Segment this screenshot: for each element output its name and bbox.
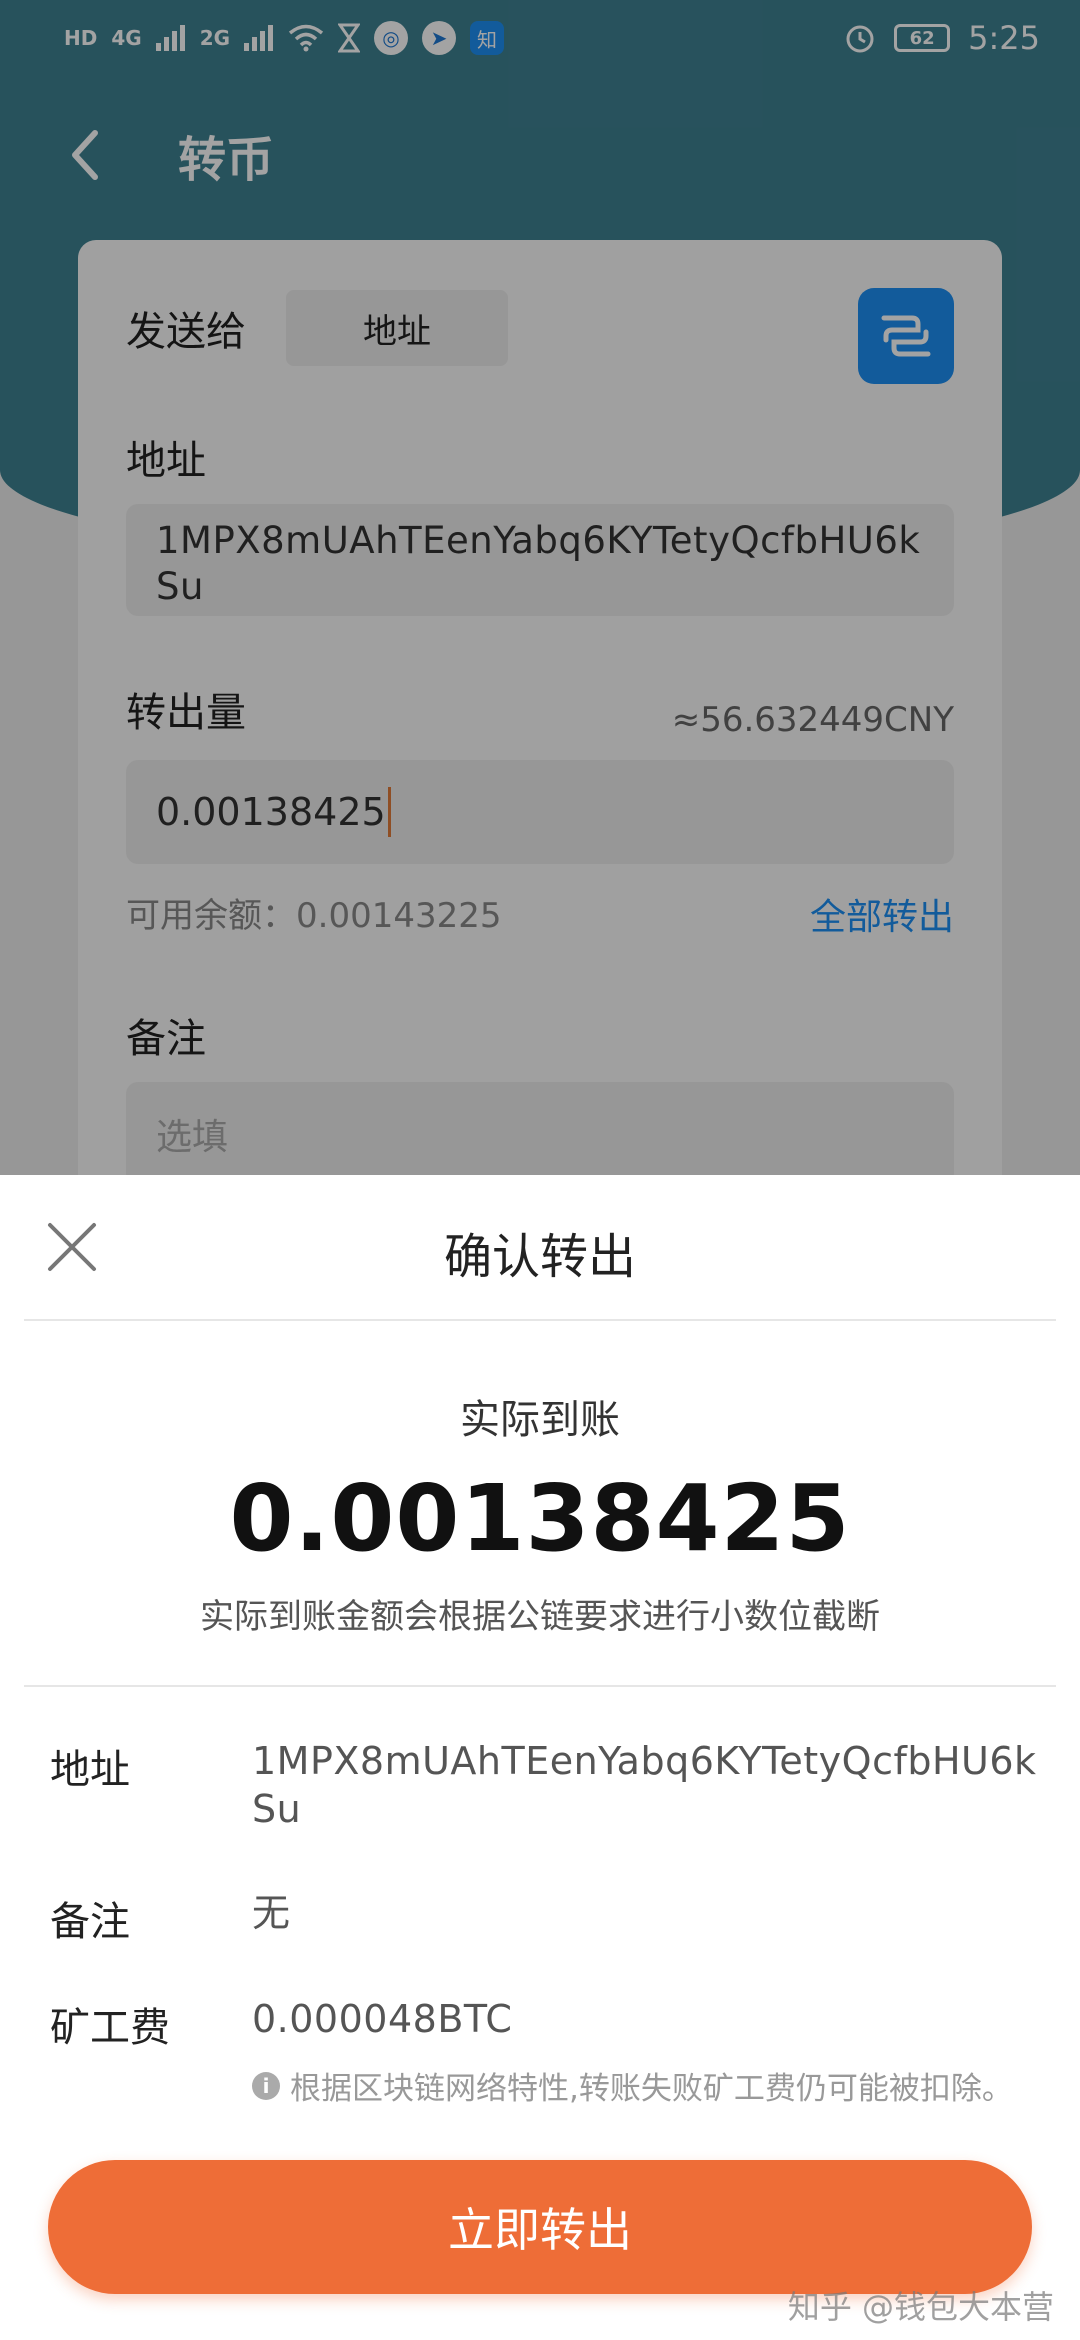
detail-memo-label: 备注 xyxy=(50,1899,130,1945)
confirm-transfer-sheet: 确认转出 实际到账 0.00138425 实际到账金额会根据公链要求进行小数位截… xyxy=(0,1175,1080,2340)
info-icon: i xyxy=(252,2071,280,2100)
detail-address-value: 1MPX8mUAhTEenYabq6KYTetyQcfbHU6kSu xyxy=(252,1739,1037,1831)
arrival-amount: 0.00138425 xyxy=(229,1465,851,1572)
arrival-note: 实际到账金额会根据公链要求进行小数位截断 xyxy=(200,1597,880,1637)
summary-divider xyxy=(24,1685,1056,1687)
detail-memo-value: 无 xyxy=(252,1891,291,1935)
header-divider xyxy=(24,1319,1056,1321)
sheet-title: 确认转出 xyxy=(443,1229,636,1285)
detail-fee-value: 0.000048BTC xyxy=(252,1997,513,2041)
watermark: 知乎 @钱包大本营 xyxy=(787,2288,1054,2326)
detail-address-label: 地址 xyxy=(50,1747,130,1793)
detail-fee-label: 矿工费 xyxy=(50,2005,170,2051)
fee-warning: i 根据区块链网络特性,转账失败矿工费仍可能被扣除。 xyxy=(252,2063,1013,2108)
fee-warning-text: 根据区块链网络特性,转账失败矿工费仍可能被扣除。 xyxy=(290,2071,1013,2107)
sheet-header: 确认转出 xyxy=(0,1175,1080,1319)
modal-backdrop[interactable] xyxy=(0,0,1080,1175)
confirm-transfer-button[interactable]: 立即转出 xyxy=(48,2160,1032,2294)
arrival-label: 实际到账 xyxy=(460,1397,620,1443)
